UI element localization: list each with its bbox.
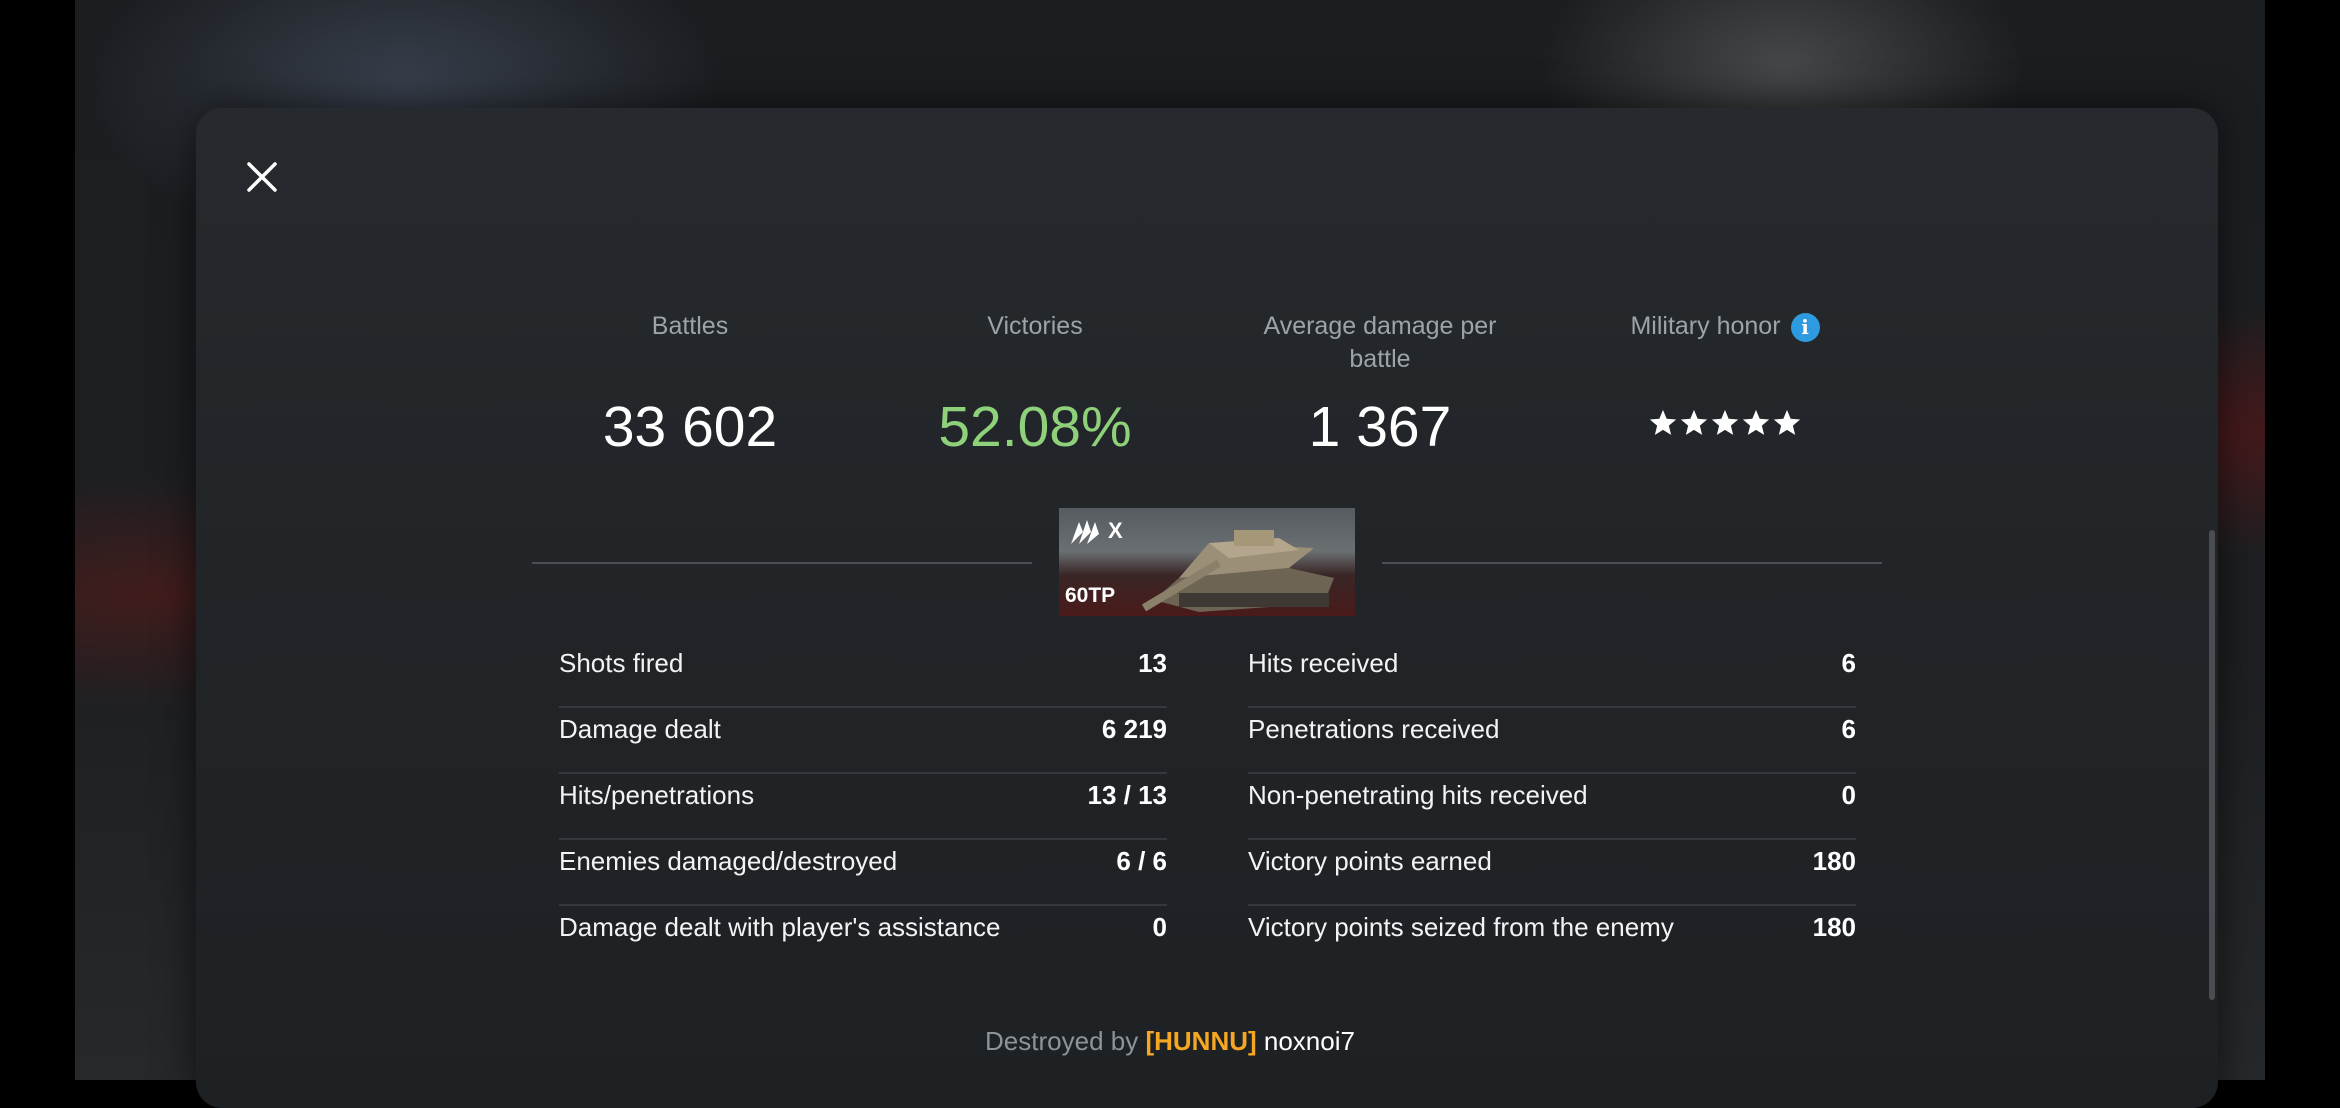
- stat-value: 0: [1841, 780, 1856, 810]
- avg-damage-label: Average damage per battle: [1263, 312, 1497, 373]
- military-honor-label: Military honor: [1630, 312, 1781, 340]
- vehicle-card: X 60TP: [1059, 508, 1355, 616]
- stat-label: Hits/penetrations: [559, 780, 755, 810]
- stat-label: Hits received: [1248, 648, 1399, 678]
- stat-row: Hits/penetrations 13 / 13: [559, 772, 1167, 840]
- stat-row: Non-penetrating hits received 0: [1248, 772, 1856, 840]
- stat-row: Shots fired 13: [559, 640, 1167, 708]
- stat-value: 6: [1841, 648, 1856, 678]
- avg-damage-value: 1 367: [1308, 395, 1452, 459]
- divider-left: [532, 562, 1032, 564]
- stat-label: Damage dealt with player's assistance: [559, 912, 1001, 942]
- poland-nation-icon: [1071, 520, 1099, 544]
- star-icon: [1773, 409, 1801, 435]
- stat-value: 180: [1812, 912, 1856, 942]
- battles-value: 33 602: [602, 395, 778, 459]
- stat-label: Penetrations received: [1248, 714, 1500, 744]
- scrollbar[interactable]: [2209, 530, 2215, 1000]
- stat-row: Victory points earned 180: [1248, 838, 1856, 906]
- star-icon: [1649, 409, 1677, 435]
- battles-stat: Battles 33 602: [540, 310, 840, 459]
- stat-value: 13: [1138, 648, 1167, 678]
- destroyed-by-label: Destroyed by: [985, 1026, 1139, 1056]
- stat-row: Damage dealt with player's assistance 0: [559, 904, 1167, 970]
- tank-image: [1141, 530, 1334, 612]
- stat-label: Shots fired: [559, 648, 684, 678]
- stat-label: Victory points earned: [1248, 846, 1492, 876]
- stat-row: Enemies damaged/destroyed 6 / 6: [559, 838, 1167, 906]
- summary-stats: Battles 33 602 Victories 52.08% Average …: [0, 310, 2340, 470]
- player-name[interactable]: noxnoi7: [1264, 1026, 1355, 1056]
- stat-value: 0: [1152, 912, 1167, 942]
- vehicle-name: 60TP: [1065, 584, 1116, 607]
- stat-value: 180: [1812, 846, 1856, 876]
- stat-label: Damage dealt: [559, 714, 721, 744]
- avg-damage-stat: Average damage per battle 1 367: [1230, 310, 1530, 459]
- stat-row: Victory points seized from the enemy 180: [1248, 904, 1856, 970]
- vehicle-tier: X: [1108, 518, 1123, 543]
- stat-value: 13 / 13: [1087, 780, 1167, 810]
- stat-label: Enemies damaged/destroyed: [559, 846, 898, 876]
- victories-stat: Victories 52.08%: [885, 310, 1185, 459]
- stat-row: Penetrations received 6: [1248, 706, 1856, 774]
- close-button[interactable]: [240, 155, 284, 199]
- clan-tag[interactable]: [HUNNU]: [1145, 1026, 1256, 1056]
- stat-label: Victory points seized from the enemy: [1248, 912, 1674, 942]
- battles-label: Battles: [651, 312, 729, 340]
- destroyed-by: Destroyed by [HUNNU] noxnoi7: [0, 1022, 2340, 1060]
- stat-row: Damage dealt 6 219: [559, 706, 1167, 774]
- stat-value: 6 219: [1101, 714, 1167, 744]
- victories-value: 52.08%: [938, 395, 1132, 459]
- close-icon: [247, 162, 277, 192]
- stat-value: 6 / 6: [1116, 846, 1167, 876]
- stat-row: Hits received 6: [1248, 640, 1856, 708]
- stat-label: Non-penetrating hits received: [1248, 780, 1588, 810]
- stat-value: 6: [1841, 714, 1856, 744]
- star-icon: [1680, 409, 1708, 435]
- honor-stars: [1575, 408, 1875, 443]
- military-honor-stat: Military honor i: [1575, 310, 1875, 435]
- star-icon: [1711, 409, 1739, 435]
- info-icon[interactable]: i: [1790, 312, 1820, 342]
- star-icon: [1742, 409, 1770, 435]
- military-honor-header: Military honor i: [1575, 310, 1875, 343]
- victories-label: Victories: [987, 312, 1083, 340]
- divider-right: [1382, 562, 1882, 564]
